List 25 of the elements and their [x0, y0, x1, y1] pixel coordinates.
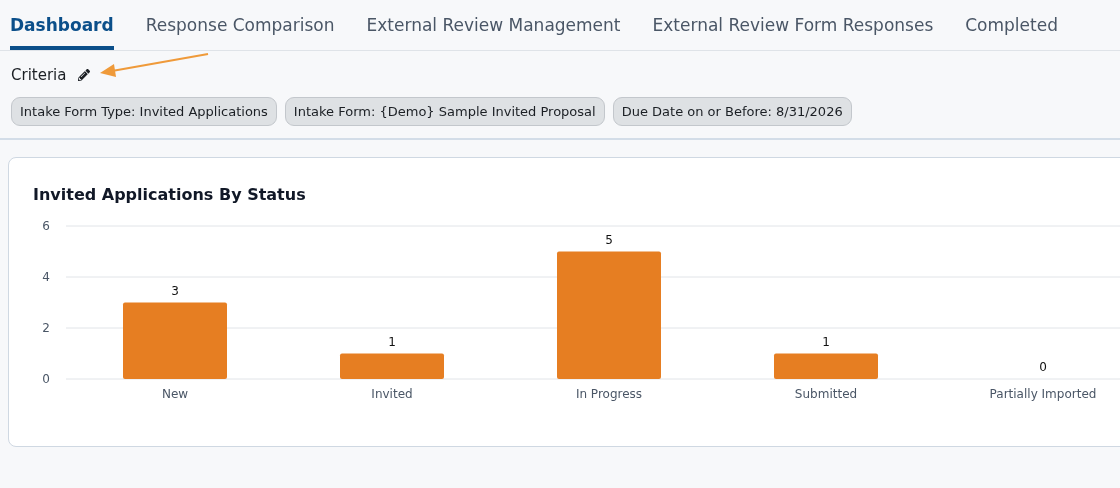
- tab[interactable]: Dashboard: [10, 0, 114, 50]
- y-tick-label: 4: [42, 270, 50, 284]
- tab[interactable]: External Review Management: [366, 0, 621, 50]
- x-axis-label: In Progress: [575, 387, 643, 401]
- y-tick-label: 0: [42, 372, 50, 386]
- x-axis-label: New: [161, 387, 189, 401]
- data-label: 1: [822, 334, 830, 349]
- x-axis-label: Invited: [371, 387, 413, 401]
- tab[interactable]: External Review Form Responses: [652, 0, 934, 50]
- tab[interactable]: Response Comparison: [145, 0, 335, 50]
- x-axis-label: Submitted: [794, 387, 858, 401]
- criteria-label: Criteria: [11, 66, 67, 84]
- x-axis-label: Partially Imported: [989, 387, 1097, 401]
- pencil-icon[interactable]: [78, 69, 91, 81]
- criteria-chip: Intake Form Type: Invited Applications: [11, 97, 277, 126]
- y-tick-label: 2: [42, 321, 50, 335]
- data-label: 1: [388, 334, 396, 349]
- data-label: 5: [605, 232, 613, 247]
- data-label: 0: [1039, 360, 1047, 374]
- data-label: 3: [171, 283, 179, 298]
- chart-title: Invited Applications By Status: [33, 185, 306, 204]
- criteria-chip: Due Date on or Before: 8/31/2026: [612, 97, 852, 126]
- criteria-chip: Intake Form: {Demo} Sample Invited Proposal: [284, 97, 605, 126]
- tab[interactable]: Completed: [965, 0, 1058, 50]
- y-tick-label: 6: [42, 219, 50, 233]
